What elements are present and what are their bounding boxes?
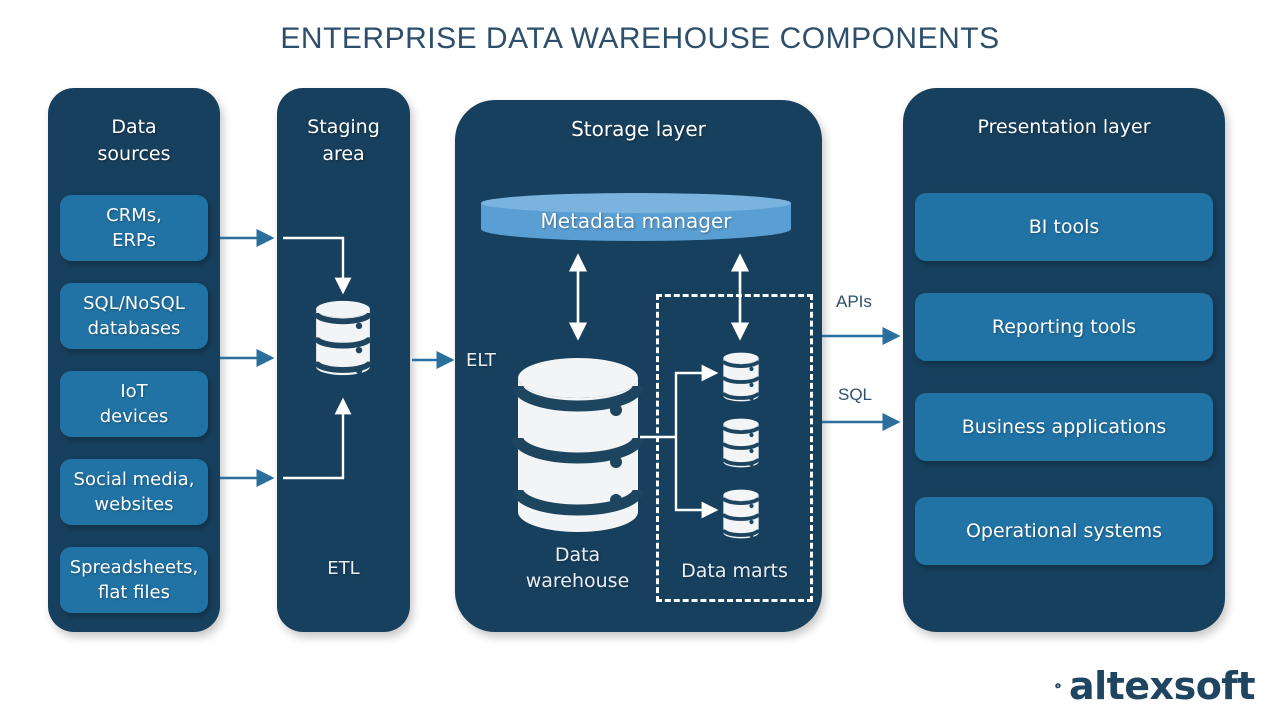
panel-storage-layer-title: Storage layer — [571, 117, 706, 141]
staging-etl-label: ETL — [327, 558, 360, 579]
metadata-manager-cylinder[interactable]: Metadata manager — [481, 193, 791, 247]
data-source-item-spreadsheets[interactable]: Spreadsheets, flat files — [60, 547, 208, 613]
panel-data-sources-title: Data sources — [97, 116, 171, 165]
data-marts-group-box — [656, 294, 813, 602]
altexsoft-logo-mark — [1055, 683, 1061, 689]
panel-presentation-layer: Presentation layer BI tools Reporting to… — [903, 88, 1225, 632]
presentation-item-bi-tools[interactable]: BI tools — [915, 193, 1213, 261]
presentation-item-operational-systems[interactable]: Operational systems — [915, 497, 1213, 565]
altexsoft-logo-text: altexsoft — [1068, 664, 1256, 708]
presentation-item-business-applications[interactable]: Business applications — [915, 393, 1213, 461]
metadata-manager-label: Metadata manager — [540, 209, 732, 233]
elt-label: ELT — [466, 350, 496, 371]
altexsoft-logo[interactable]: altexsoft — [1055, 660, 1256, 712]
data-marts-label: Data marts — [681, 560, 788, 582]
panel-presentation-layer-title: Presentation layer — [977, 116, 1151, 138]
data-source-item-sql-nosql[interactable]: SQL/NoSQL databases — [60, 283, 208, 349]
apis-label: APIs — [836, 292, 872, 311]
data-source-item-crms-erps[interactable]: CRMs, ERPs — [60, 195, 208, 261]
page-title: ENTERPRISE DATA WAREHOUSE COMPONENTS — [280, 22, 1000, 55]
panel-staging-area: Staging area ETL — [277, 88, 410, 632]
panel-staging-area-title: Staging area — [307, 116, 380, 165]
data-warehouse-label: Data warehouse — [525, 544, 630, 592]
sql-label: SQL — [838, 385, 873, 404]
data-source-item-iot-devices[interactable]: IoT devices — [60, 371, 208, 437]
panel-data-sources: Data sources CRMs, ERPs SQL/NoSQL databa… — [48, 88, 220, 632]
presentation-item-reporting-tools[interactable]: Reporting tools — [915, 293, 1213, 361]
data-source-item-social-media[interactable]: Social media, websites — [60, 459, 208, 525]
